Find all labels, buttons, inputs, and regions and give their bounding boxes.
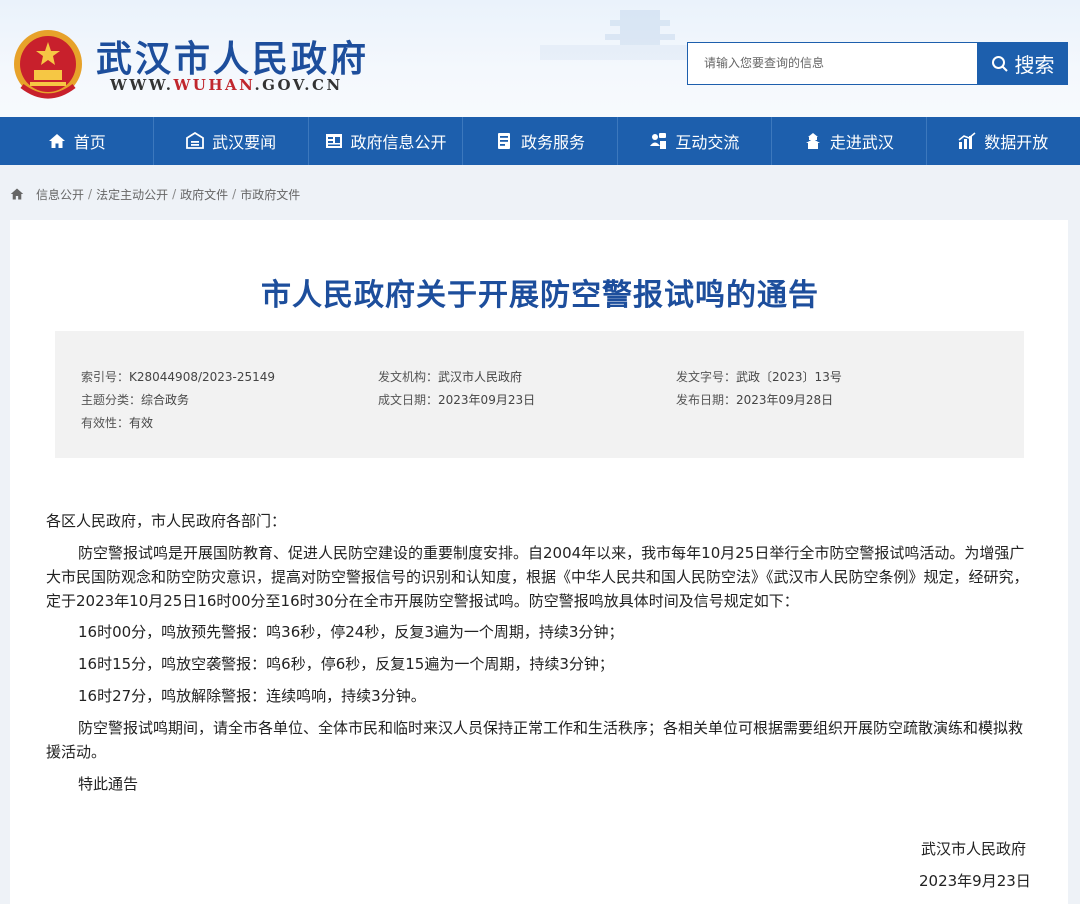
breadcrumb: 信息公开 / 法定主动公开 / 政府文件 / 市政府文件	[10, 184, 300, 204]
breadcrumb-separator: /	[232, 187, 237, 201]
url-suffix: .GOV.CN	[254, 76, 343, 94]
nav-label: 政务服务	[520, 133, 585, 152]
search-button-label: 搜索	[1014, 53, 1055, 77]
home-icon	[48, 134, 65, 148]
nav-label: 政府信息公开	[350, 133, 447, 152]
nav-item-wuhan-news[interactable]: 武汉要闻	[154, 117, 309, 165]
city-icon	[805, 133, 820, 149]
news-icon	[186, 132, 205, 149]
nav-item-open-data[interactable]: 数据开放	[927, 117, 1080, 165]
nav-label: 首页	[73, 133, 106, 152]
nav-item-interaction[interactable]: 互动交流	[618, 117, 773, 165]
meta-topic: 主题分类：综合政务	[81, 393, 190, 407]
url-highlight: WUHAN	[173, 76, 255, 94]
meta-created-date: 成文日期：2023年09月23日	[378, 393, 536, 407]
document-title: 市人民政府关于开展防空警报试鸣的通告	[261, 278, 819, 313]
nav-item-gov-service[interactable]: 政务服务	[463, 117, 618, 165]
chart-icon	[958, 132, 976, 149]
search-input[interactable]: 请输入您要查询的信息	[687, 42, 978, 85]
signer: 武汉市人民政府	[921, 840, 1027, 858]
closing: 特此通告	[78, 775, 139, 793]
site-header: 武汉市人民政府 WWW.WUHAN.GOV.CN 请输入您要查询的信息 搜索	[0, 0, 1080, 117]
site-title[interactable]: 武汉市人民政府	[96, 30, 369, 82]
meta-validity: 有效性：有效	[81, 416, 154, 430]
nav-item-info-disclosure[interactable]: 政府信息公开	[309, 117, 464, 165]
nav-item-home[interactable]: 首页	[0, 117, 155, 165]
search-icon	[991, 55, 1008, 72]
info-disclosure-icon	[325, 134, 342, 148]
document-meta-panel: 索引号：K28044908/2023-25149 发文机构：武汉市人民政府 发文…	[55, 331, 1024, 458]
url-prefix: WWW.	[110, 76, 174, 94]
nav-label: 数据开放	[984, 133, 1049, 152]
national-emblem-icon	[14, 30, 82, 99]
breadcrumb-item[interactable]: 政府文件	[180, 186, 228, 203]
breadcrumb-item[interactable]: 法定主动公开	[96, 186, 168, 203]
nav-item-visit-wuhan[interactable]: 走进武汉	[772, 117, 927, 165]
salutation: 各区人民政府，市人民政府各部门：	[46, 512, 287, 530]
meta-issuer: 发文机构：武汉市人民政府	[378, 370, 523, 384]
sign-date: 2023年9月23日	[919, 872, 1031, 890]
paragraph: 防空警报试鸣是开展国防教育、促进人民防空建设的重要制度安排。自2004年以来，我…	[46, 544, 1029, 610]
meta-published-date: 发布日期：2023年09月28日	[676, 393, 834, 407]
breadcrumb-item[interactable]: 市政府文件	[240, 186, 300, 203]
paragraph: 防空警报试鸣期间，请全市各单位、全体市民和临时来汉人员保持正常工作和生活秩序；各…	[46, 719, 1024, 761]
breadcrumb-item[interactable]: 信息公开	[36, 186, 84, 203]
breadcrumb-separator: /	[88, 187, 93, 201]
nav-label: 武汉要闻	[212, 133, 277, 152]
site-url[interactable]: WWW.WUHAN.GOV.CN	[110, 76, 343, 94]
paragraph: 16时00分，鸣放预先警报：鸣36秒，停24秒，反复3遍为一个周期，持续3分钟；	[78, 623, 624, 641]
home-icon[interactable]	[10, 187, 24, 201]
main-nav: 首页 武汉要闻 政府信息公开 政务服务 互动交流 走进武汉 数据开放	[0, 117, 1080, 165]
nav-label: 走进武汉	[829, 133, 894, 152]
service-icon	[497, 133, 510, 149]
meta-index: 索引号：K28044908/2023-25149	[81, 370, 276, 384]
search-button[interactable]: 搜索	[977, 42, 1068, 85]
paragraph: 16时15分，鸣放空袭警报：鸣6秒，停6秒，反复15遍为一个周期，持续3分钟；	[78, 655, 614, 673]
interaction-icon	[650, 133, 667, 149]
paragraph: 16时27分，鸣放解除警报：连续鸣响，持续3分钟。	[78, 687, 426, 705]
breadcrumb-separator: /	[172, 187, 177, 201]
nav-label: 互动交流	[675, 133, 740, 152]
meta-doc-number: 发文字号：武政〔2023〕13号	[676, 370, 842, 384]
